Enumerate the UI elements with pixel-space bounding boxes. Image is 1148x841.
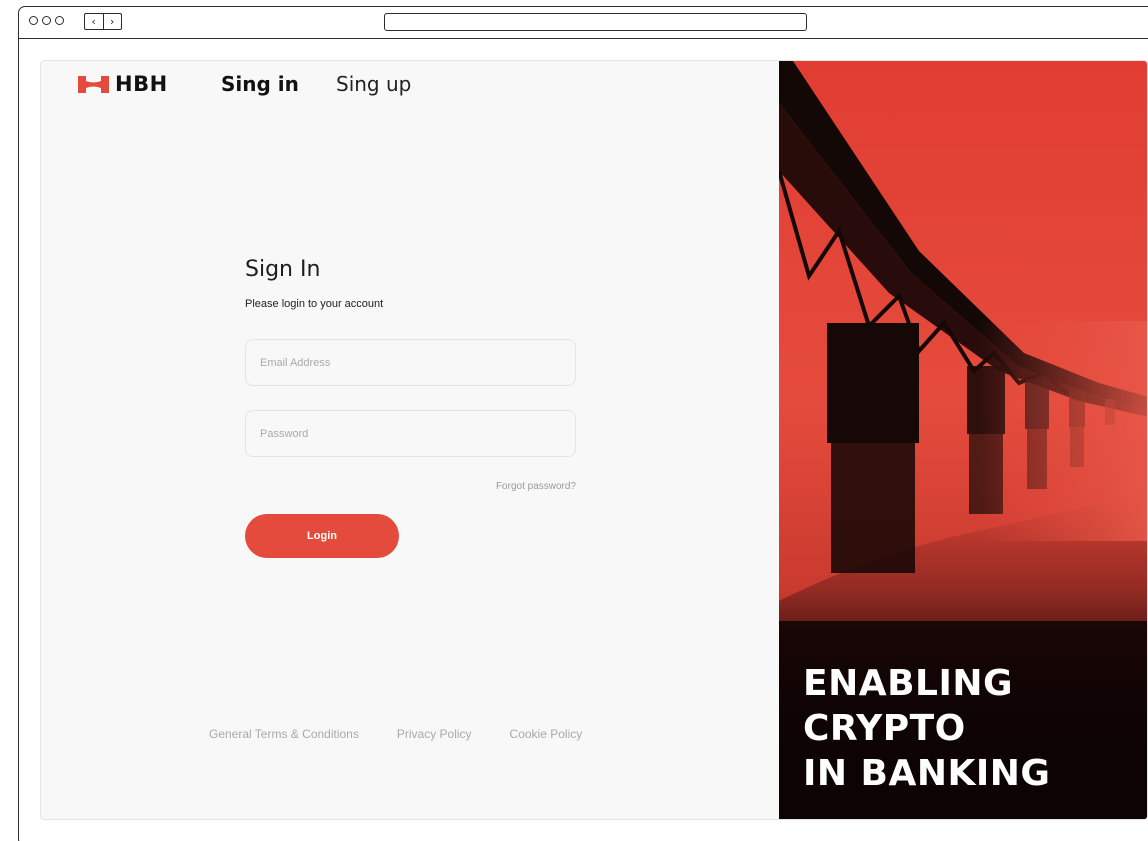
form-subtitle: Please login to your account bbox=[245, 298, 384, 310]
login-pane: HBH Sing in Sing up Sign In Please login… bbox=[41, 61, 779, 819]
window-close-dot[interactable] bbox=[29, 16, 38, 25]
form-title: Sign In bbox=[245, 257, 321, 282]
hbh-logo-icon bbox=[78, 75, 109, 93]
login-button[interactable]: Login bbox=[245, 514, 399, 558]
forward-arrow-icon[interactable]: › bbox=[102, 14, 122, 29]
address-bar[interactable] bbox=[384, 13, 807, 31]
terms-link[interactable]: General Terms & Conditions bbox=[209, 727, 359, 741]
login-form: Sign In Please login to your account For… bbox=[245, 257, 576, 558]
history-nav: ‹ › bbox=[84, 13, 122, 30]
back-arrow-icon[interactable]: ‹ bbox=[85, 14, 103, 29]
email-field[interactable] bbox=[245, 339, 576, 386]
hero-tagline: ENABLING CRYPTO IN BANKING bbox=[803, 661, 1050, 796]
hero-line: IN BANKING bbox=[803, 753, 1051, 794]
browser-toolbar: ‹ › bbox=[19, 7, 1148, 39]
tab-sign-in[interactable]: Sing in bbox=[221, 72, 299, 96]
forgot-password-link[interactable]: Forgot password? bbox=[245, 481, 576, 492]
window-maximize-dot[interactable] bbox=[55, 16, 64, 25]
brand-logo[interactable]: HBH bbox=[78, 72, 168, 96]
hero-line: ENABLING bbox=[803, 663, 1014, 704]
window-controls bbox=[29, 16, 64, 25]
tab-sign-up[interactable]: Sing up bbox=[336, 72, 411, 96]
window-minimize-dot[interactable] bbox=[42, 16, 51, 25]
hero-line: CRYPTO bbox=[803, 708, 966, 749]
hero-panel: ENABLING CRYPTO IN BANKING bbox=[779, 61, 1147, 819]
login-page: HBH Sing in Sing up Sign In Please login… bbox=[40, 60, 1148, 820]
cookie-policy-link[interactable]: Cookie Policy bbox=[510, 727, 583, 741]
privacy-policy-link[interactable]: Privacy Policy bbox=[397, 727, 472, 741]
password-field[interactable] bbox=[245, 410, 576, 457]
brand-name: HBH bbox=[115, 72, 168, 96]
footer-links: General Terms & Conditions Privacy Polic… bbox=[209, 727, 582, 741]
